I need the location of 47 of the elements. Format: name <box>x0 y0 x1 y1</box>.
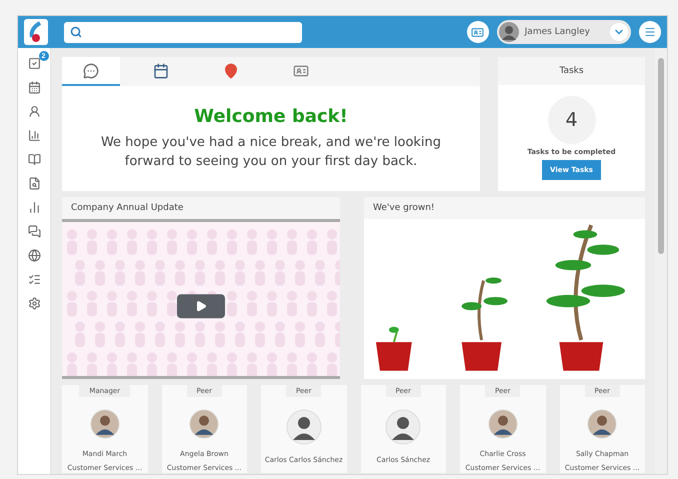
placeholder-avatar <box>385 409 422 445</box>
sidebar-item[interactable] <box>28 153 40 166</box>
map-pin-icon <box>223 62 239 78</box>
bar-chart-icon <box>28 201 40 214</box>
chat-icon <box>83 62 99 78</box>
tasks-icon <box>28 57 40 70</box>
id-card-icon <box>471 26 484 38</box>
search-icon <box>70 26 82 38</box>
sidebar-item[interactable] <box>28 297 40 310</box>
welcome-title: Welcome back! <box>194 106 348 127</box>
task-count: 4 <box>548 96 596 144</box>
search-field[interactable] <box>64 22 302 42</box>
chart-icon <box>28 129 40 142</box>
globe-icon <box>28 249 40 262</box>
placeholder-avatar <box>286 409 322 445</box>
user-menu-button[interactable]: James Langley <box>496 20 631 44</box>
calendar-icon <box>28 81 40 94</box>
sidebar-item[interactable] <box>28 177 40 190</box>
sidebar-item[interactable] <box>28 105 40 118</box>
menu-icon <box>644 26 656 38</box>
app-logo <box>24 19 48 45</box>
calendar-icon <box>153 62 169 78</box>
welcome-message: We hope you've had a nice break, and we're looking forward to seeing you on your first day back. <box>100 134 442 171</box>
video-title: Company Annual Update <box>62 197 340 222</box>
document-icon <box>28 177 40 190</box>
growth-title: We've grown! <box>364 197 645 219</box>
sidebar-item[interactable] <box>28 249 40 262</box>
list-icon <box>28 273 40 286</box>
sidebar-item[interactable] <box>28 225 40 238</box>
chat-icon <box>28 225 40 238</box>
caret-icon <box>610 23 628 41</box>
id-card-button[interactable] <box>466 21 489 43</box>
id-card-icon <box>293 62 309 78</box>
settings-icon <box>28 297 40 310</box>
menu-button[interactable] <box>639 21 661 43</box>
sidebar-item[interactable] <box>28 81 40 94</box>
play-button[interactable] <box>177 294 225 318</box>
sidebar-item[interactable] <box>28 201 40 214</box>
play-icon <box>195 300 207 312</box>
sidebar-item[interactable] <box>28 129 40 142</box>
user-avatar <box>498 22 519 42</box>
tab[interactable] <box>62 57 120 86</box>
book-icon <box>28 153 40 166</box>
scrollbar[interactable] <box>655 48 667 474</box>
sidebar-item[interactable] <box>28 273 40 286</box>
user-icon <box>28 105 40 118</box>
tasks-title: Tasks <box>498 57 645 85</box>
